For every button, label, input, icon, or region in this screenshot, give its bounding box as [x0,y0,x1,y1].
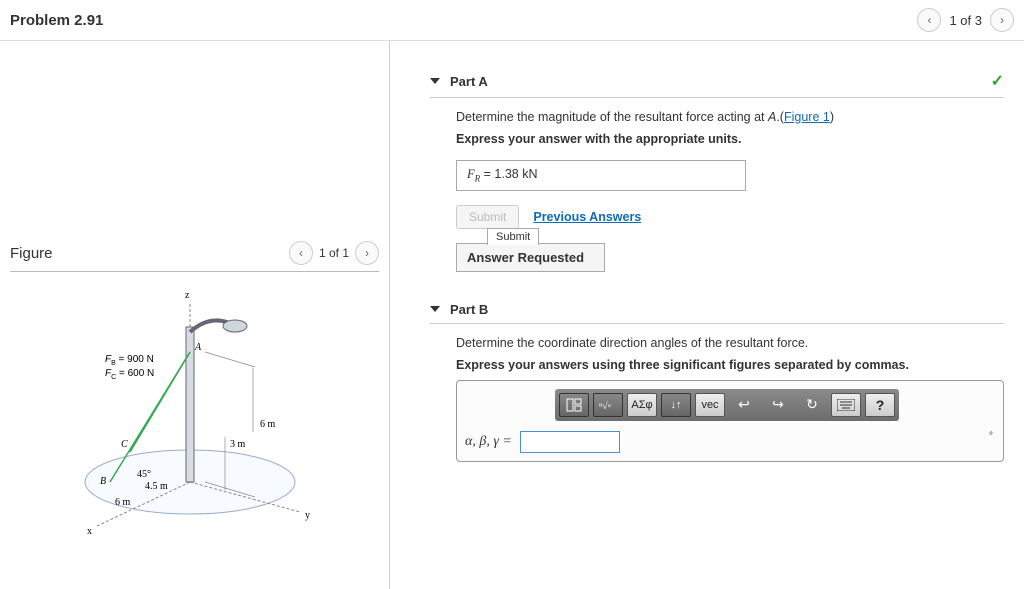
prev-problem-button[interactable]: ‹ [917,8,941,32]
part-a-instruction: Express your answer with the appropriate… [456,132,1004,146]
keyboard-icon [837,399,855,411]
part-b-title: Part B [450,302,488,317]
prev-answers-link[interactable]: Previous Answers [533,210,641,224]
greek-button[interactable]: ΑΣφ [627,393,657,417]
check-icon: ✓ [991,71,1004,91]
submit-tab[interactable]: Submit [487,228,539,245]
dim-45m: 4.5 m [145,481,168,492]
submit-a-button[interactable]: Submit [456,205,519,229]
templates-icon [566,398,582,412]
figure-image: y x z A B C FB = 900 N FC = 600 N 6 m [10,282,379,542]
figure-pager: ‹ 1 of 1 › [289,241,379,265]
point-b-label: B [100,476,106,487]
problem-title: Problem 2.91 [10,12,103,29]
templates-button[interactable] [559,393,589,417]
figure-page-indicator: 1 of 1 [319,246,349,260]
vec-button[interactable]: vec [695,393,725,417]
redo-icon: ↪ [772,396,784,413]
figure-next-button[interactable]: › [355,241,379,265]
force-fb-label: FB = 900 N [105,354,154,367]
axis-x-label: x [87,526,92,537]
submit-row-a: Submit Previous Answers [456,205,1004,229]
part-b: Part B Determine the coordinate directio… [430,302,1004,462]
page-indicator: 1 of 3 [949,13,982,28]
dim-45deg: 45° [137,469,151,480]
main: Figure ‹ 1 of 1 › y x z [0,41,1024,589]
subscript-icon: ↓↑ [671,399,682,411]
dim-6m-b: 6 m [115,497,131,508]
part-b-instruction: Express your answers using three signifi… [456,358,1004,372]
part-b-body: Determine the coordinate direction angle… [430,336,1004,462]
point-c-label: C [121,439,128,450]
redo-button[interactable]: ↪ [763,393,793,417]
part-a-body: Determine the magnitude of the resultant… [430,110,1004,272]
root-icon: ⁿ√▫ [599,398,617,412]
subscript-button[interactable]: ↓↑ [661,393,691,417]
header: Problem 2.91 ‹ 1 of 3 › [0,0,1024,41]
part-a-header[interactable]: Part A ✓ [430,71,1004,98]
part-a-title: Part A [450,74,488,89]
axis-z-label: z [185,290,190,301]
undo-button[interactable]: ↩ [729,393,759,417]
undo-icon: ↩ [738,396,750,413]
keyboard-button[interactable] [831,393,861,417]
dim-6m-a: 6 m [260,419,276,430]
answer-a-value: 1.38 kN [494,167,537,181]
part-a-prompt: Determine the magnitude of the resultant… [456,110,1004,124]
answer-b-box: ⁿ√▫ ΑΣφ ↓↑ vec ↩ ↪ [456,380,1004,462]
part-b-header[interactable]: Part B [430,302,1004,324]
reset-icon: ↻ [806,396,818,413]
collapse-icon [430,78,440,84]
part-b-prompt: Determine the coordinate direction angle… [456,336,1004,350]
figure-prev-button[interactable]: ‹ [289,241,313,265]
reset-button[interactable]: ↻ [797,393,827,417]
figure-title: Figure [10,245,53,262]
answer-b-input[interactable] [520,431,620,453]
next-problem-button[interactable]: › [990,8,1014,32]
answer-b-vars: α, β, γ = [465,434,512,450]
point-a-label: A [194,342,202,353]
equation-toolbar: ⁿ√▫ ΑΣφ ↓↑ vec ↩ ↪ [555,389,899,421]
answer-a-display: FR = 1.38 kN [456,160,746,191]
force-fc-label: FC = 600 N [105,368,154,381]
axis-y-label: y [305,510,310,521]
collapse-icon [430,306,440,312]
answer-b-input-row: α, β, γ = [465,431,995,453]
unit-hint: ° [989,431,993,442]
root-button[interactable]: ⁿ√▫ [593,393,623,417]
help-button[interactable]: ? [865,393,895,417]
figure-header: Figure ‹ 1 of 1 › [10,241,379,272]
right-panel: Part A ✓ Determine the magnitude of the … [390,41,1024,589]
left-panel: Figure ‹ 1 of 1 › y x z [0,41,390,589]
answer-requested-box: Submit Answer Requested [456,243,605,272]
part-a: Part A ✓ Determine the magnitude of the … [430,71,1004,272]
figure-link[interactable]: Figure 1 [784,110,830,124]
dim-3m: 3 m [230,439,246,450]
problem-pager: ‹ 1 of 3 › [917,8,1014,32]
svg-text:ⁿ√▫: ⁿ√▫ [599,401,611,412]
